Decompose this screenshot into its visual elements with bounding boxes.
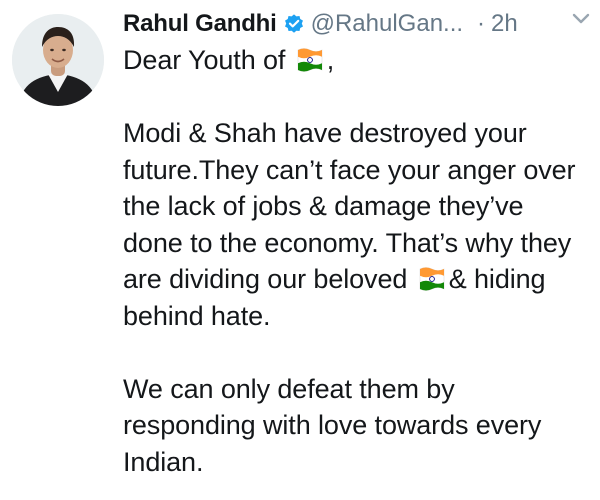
author-name[interactable]: Rahul Gandhi: [123, 10, 277, 38]
author-handle[interactable]: @RahulGan...: [311, 10, 463, 38]
greeting-suffix: ,: [326, 45, 335, 75]
tweet-line: responding with love towards every: [123, 410, 542, 440]
tweet-line: behind hate.: [123, 300, 271, 331]
tweet-timestamp[interactable]: 2h: [491, 10, 518, 38]
tweet-line-with-flag: are dividing our beloved & hiding: [123, 261, 593, 298]
profile-photo: [12, 14, 104, 106]
tweet-text: Dear Youth of , Modi & Shah have destroy…: [123, 42, 593, 480]
separator-dot: ·: [477, 10, 486, 37]
india-flag-icon: [417, 265, 447, 293]
tweet-line: done to the economy. That’s why they: [123, 227, 572, 258]
chevron-down-icon[interactable]: [570, 8, 592, 30]
line-text-after-flag: & hiding: [448, 264, 546, 294]
tweet-line: Indian.: [123, 446, 204, 477]
tweet-line-greeting: Dear Youth of ,: [123, 42, 593, 79]
line-text-before-flag: are dividing our beloved: [123, 264, 408, 294]
verified-badge-icon: [283, 13, 305, 35]
india-flag-icon: [295, 46, 325, 74]
tweet-header: Rahul Gandhi @RahulGan... · 2h: [123, 6, 593, 42]
tweet-line: the lack of jobs & damage they’ve: [123, 191, 524, 221]
tweet-line: We can only defeat them by: [123, 373, 455, 404]
greeting-text: Dear Youth of: [123, 45, 286, 75]
avatar[interactable]: [12, 14, 104, 106]
tweet-line: Modi & Shah have destroyed your: [123, 118, 527, 148]
tweet-line: future.They can’t face your anger over: [123, 154, 576, 185]
